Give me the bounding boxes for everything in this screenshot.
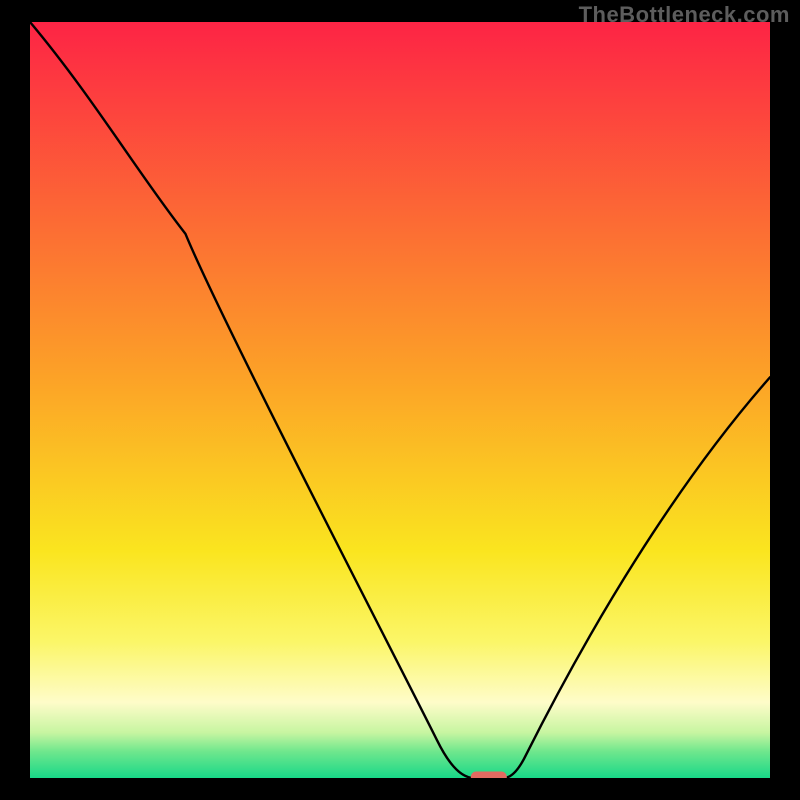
chart-svg	[30, 22, 770, 778]
watermark-label: TheBottleneck.com	[579, 2, 790, 28]
plot-area	[30, 22, 770, 778]
optimal-marker	[471, 772, 507, 779]
chart-root: TheBottleneck.com	[0, 0, 800, 800]
